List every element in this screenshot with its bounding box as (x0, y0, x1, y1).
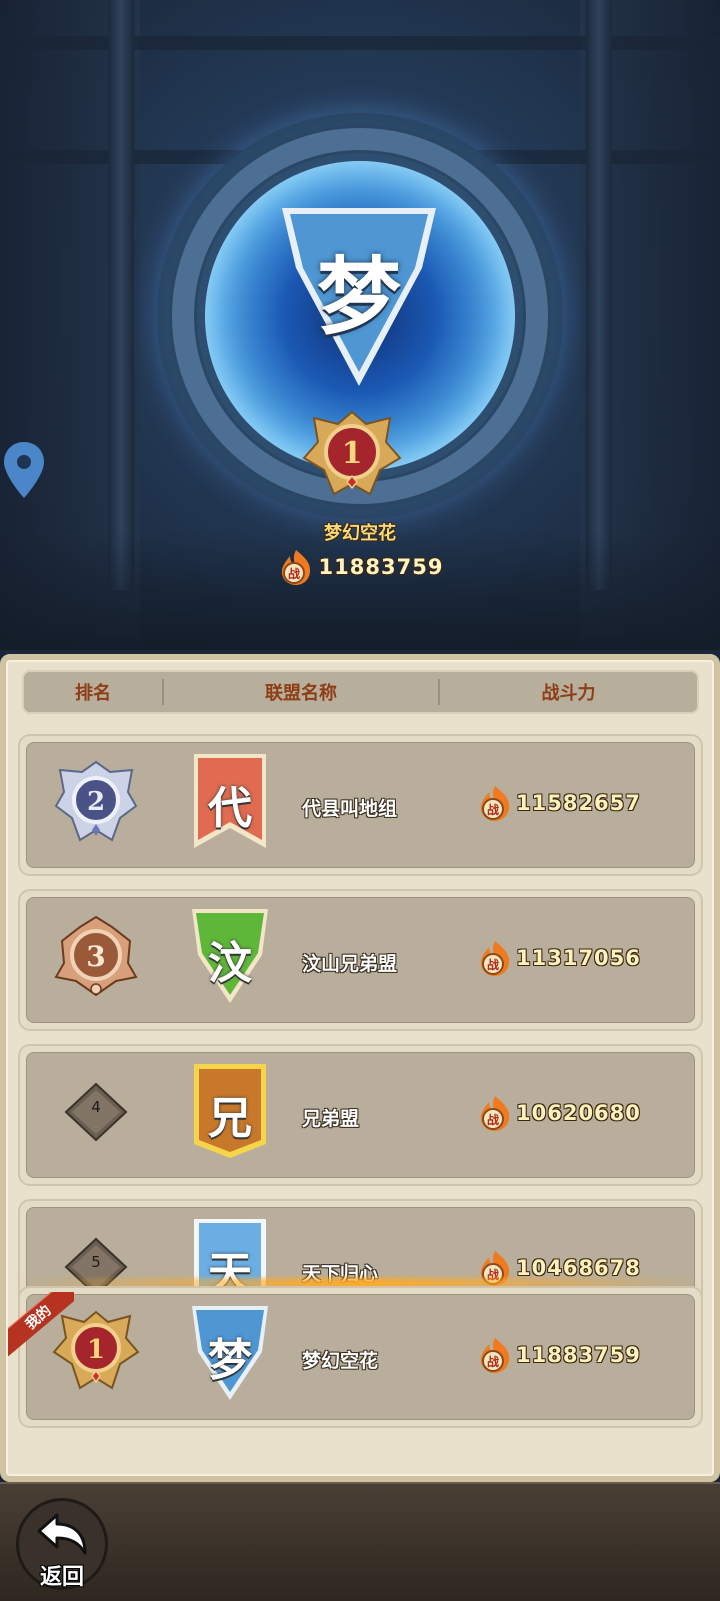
battle-power-flame-icon: 战 (480, 1338, 510, 1373)
map-pin-icon[interactable] (2, 440, 46, 500)
alliance-power: 战 11317056 (476, 939, 641, 977)
rank-2-medal-icon: 2 (50, 756, 142, 848)
back-arrow-icon (37, 1513, 87, 1555)
alliance-power-value: 10468678 (516, 1256, 641, 1280)
rank-number: 4 (91, 1098, 101, 1116)
alliance-flag: 梦 (192, 1306, 268, 1402)
alliance-power: 战 11883759 (476, 1336, 641, 1374)
alliance-flag: 汶 (192, 909, 268, 1005)
battle-power-flame-icon: 战 (480, 941, 510, 976)
alliance-flag-glyph: 兄 (208, 1093, 252, 1144)
ranking-row[interactable]: 4 兄 兄弟盟 战 10620680 (18, 1044, 703, 1186)
bottom-bar (0, 1482, 720, 1601)
my-alliance-row[interactable]: 1 梦 梦幻空花 战 11883759 (12, 1278, 709, 1440)
battle-power-flame-icon: 战 (480, 1096, 510, 1131)
alliance-flag: 代 (192, 754, 268, 850)
my-alliance-tag: 我的 (8, 1292, 74, 1358)
header-alliance-name: 联盟名称 (164, 679, 440, 705)
scene-pillar (108, 0, 134, 590)
my-ranking-row[interactable]: 1 梦 梦幻空花 战 11883759 (18, 1286, 703, 1428)
svg-text:战: 战 (487, 1112, 499, 1127)
alliance-flag-glyph: 梦 (208, 1335, 252, 1386)
alliance-name: 代县叫地组 (302, 798, 398, 820)
header-power: 战斗力 (541, 683, 596, 704)
svg-text:战: 战 (288, 566, 300, 581)
rank-3-medal-icon: 3 (50, 911, 142, 1003)
leader-power-display: 战 11883759 (0, 548, 720, 586)
ranking-row[interactable]: 2 代 代县叫地组 战 11582657 (18, 734, 703, 876)
alliance-name: 兄弟盟 (302, 1108, 360, 1130)
rank-1-medal-number: 1 (342, 436, 363, 471)
scene-pillar (586, 0, 612, 590)
alliance-power-value: 11317056 (516, 946, 641, 970)
alliance-name: 汶山兄弟盟 (302, 953, 398, 975)
back-button-label: 返回 (39, 1565, 84, 1590)
ranking-row[interactable]: 3 汶 汶山兄弟盟 战 11317056 (18, 889, 703, 1031)
alliance-power-value: 11582657 (516, 791, 641, 815)
battle-power-flame-icon: 战 (281, 550, 310, 585)
alliance-flag-glyph: 汶 (208, 938, 252, 989)
rank-1-medal-icon: 1 (300, 408, 404, 502)
header-rank: 排名 (24, 679, 164, 705)
battle-power-flame-icon: 战 (480, 786, 510, 821)
alliance-flag-glyph: 代 (208, 783, 252, 834)
svg-text:战: 战 (487, 802, 499, 817)
alliance-power-value: 11883759 (516, 1343, 641, 1367)
rank-diamond-icon: 4 (50, 1066, 142, 1158)
alliance-power-value: 10620680 (516, 1101, 641, 1125)
alliance-flag: 兄 (192, 1064, 268, 1160)
leader-alliance-banner: 梦 (278, 208, 440, 388)
rank-number: 2 (87, 787, 105, 817)
back-button[interactable]: 返回 (16, 1498, 108, 1590)
rank-number: 3 (86, 940, 105, 973)
rank-number: 1 (87, 1335, 105, 1365)
leader-alliance-name: 梦幻空花 (324, 523, 396, 544)
alliance-name: 梦幻空花 (302, 1350, 379, 1372)
rank-number: 5 (91, 1253, 101, 1271)
svg-text:战: 战 (487, 1354, 499, 1369)
leader-banner-glyph: 梦 (316, 248, 401, 346)
ranking-table-header: 排名 联盟名称 战斗力 (22, 670, 699, 714)
alliance-power: 战 11582657 (476, 784, 641, 822)
leader-power-value: 11883759 (318, 555, 444, 579)
svg-text:战: 战 (487, 957, 499, 972)
alliance-power: 战 10620680 (476, 1094, 641, 1132)
my-alliance-tag-label: 我的 (8, 1292, 74, 1358)
